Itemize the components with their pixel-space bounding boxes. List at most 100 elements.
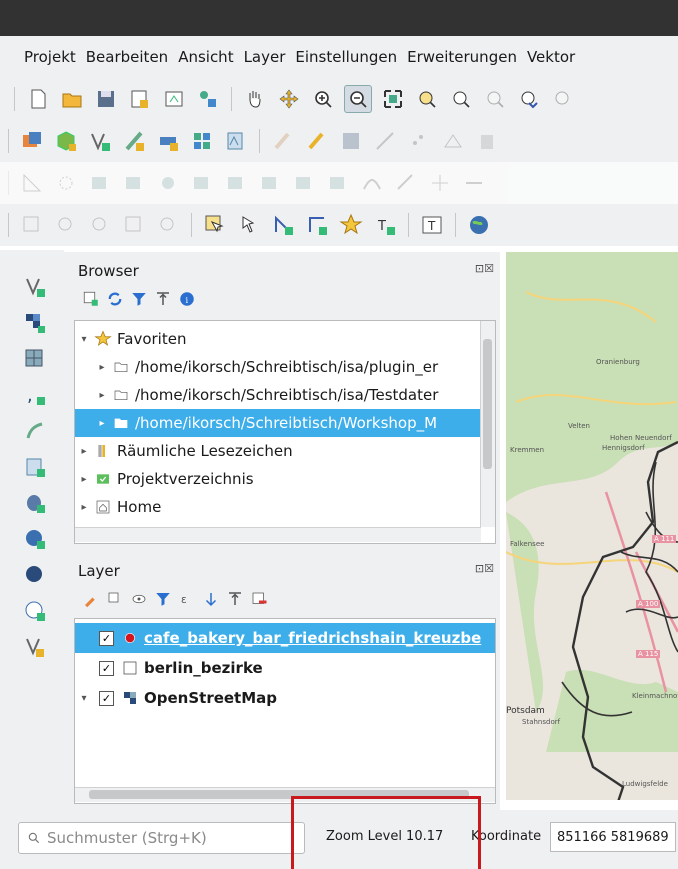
style-manager-icon[interactable] xyxy=(195,86,221,112)
expand-arrow[interactable]: ▸ xyxy=(75,474,93,485)
layer-item-berlin-bezirke[interactable]: ✓ berlin_bezirke xyxy=(75,653,495,683)
browser-item-home[interactable]: ▸ Home xyxy=(75,493,495,521)
label-tool-2-icon[interactable] xyxy=(53,212,79,238)
collapse-all-icon[interactable] xyxy=(154,290,172,308)
layers-panel-controls[interactable]: ⊡☒ xyxy=(475,562,494,575)
add-star-icon[interactable] xyxy=(338,212,364,238)
add-postgis-icon[interactable] xyxy=(22,490,48,516)
offset-curve-icon[interactable] xyxy=(393,170,419,196)
add-mesh-layer-icon[interactable] xyxy=(22,346,48,372)
fill-ring-icon[interactable] xyxy=(291,170,317,196)
label-tool-4-icon[interactable] xyxy=(121,212,147,238)
add-part-icon[interactable] xyxy=(257,170,283,196)
scroll-thumb[interactable] xyxy=(483,339,492,469)
globe-plugin-icon[interactable] xyxy=(466,212,492,238)
text-box-icon[interactable]: T xyxy=(419,212,445,238)
save-as-icon[interactable] xyxy=(127,86,153,112)
refresh-icon[interactable] xyxy=(106,290,124,308)
add-wcs-icon[interactable] xyxy=(22,598,48,624)
delete-selected-icon[interactable] xyxy=(474,128,500,154)
add-virtual-layer-icon[interactable] xyxy=(22,454,48,480)
browser-horizontal-scrollbar[interactable] xyxy=(75,527,481,542)
menu-ansicht[interactable]: Ansicht xyxy=(173,48,238,66)
reshape-icon[interactable] xyxy=(359,170,385,196)
add-wfs-icon[interactable] xyxy=(22,562,48,588)
expand-arrow[interactable]: ▾ xyxy=(75,334,93,345)
select-features-icon[interactable] xyxy=(202,212,228,238)
advanced-digitize-icon[interactable] xyxy=(19,170,45,196)
label-tool-1-icon[interactable] xyxy=(19,212,45,238)
zoom-in-icon[interactable] xyxy=(310,86,336,112)
merge-features-icon[interactable] xyxy=(121,170,147,196)
new-vector-layer-icon[interactable] xyxy=(87,128,113,154)
menu-vektor[interactable]: Vektor xyxy=(522,48,580,66)
visibility-eye-icon[interactable] xyxy=(130,590,148,608)
style-brush-icon[interactable] xyxy=(82,590,100,608)
print-layout-icon[interactable] xyxy=(161,86,187,112)
label-tool-5-icon[interactable] xyxy=(155,212,181,238)
add-raster-layer-icon[interactable] xyxy=(22,310,48,336)
layer-item-cafe-bakery[interactable]: ✓ cafe_bakery_bar_friedrichshain_kreuzbe xyxy=(75,623,495,653)
add-group-icon[interactable] xyxy=(106,590,124,608)
browser-item-testdaten-folder[interactable]: ▸ /home/ikorsch/Schreibtisch/isa/Testdat… xyxy=(75,381,495,409)
browser-item-workshop-folder[interactable]: ▸ /home/ikorsch/Schreibtisch/Workshop_M xyxy=(75,409,495,437)
zoom-to-selection-icon[interactable] xyxy=(414,86,440,112)
vertex-tool-icon[interactable] xyxy=(440,128,466,154)
scroll-thumb[interactable] xyxy=(89,790,469,799)
expand-arrow[interactable]: ▸ xyxy=(93,390,111,401)
add-spatialite-icon[interactable] xyxy=(22,418,48,444)
new-geopackage-icon[interactable] xyxy=(53,128,79,154)
expand-all-icon[interactable] xyxy=(202,590,220,608)
expand-arrow[interactable]: ▾ xyxy=(75,693,93,704)
expand-arrow[interactable]: ▸ xyxy=(75,446,93,457)
browser-item-plugin-folder[interactable]: ▸ /home/ikorsch/Schreibtisch/isa/plugin_… xyxy=(75,353,495,381)
menu-bearbeiten[interactable]: Bearbeiten xyxy=(81,48,173,66)
filter-icon[interactable] xyxy=(130,290,148,308)
save-project-icon[interactable] xyxy=(93,86,119,112)
layer-visibility-checkbox[interactable]: ✓ xyxy=(99,630,114,646)
add-layer-icon[interactable] xyxy=(82,290,100,308)
add-wms-icon[interactable] xyxy=(22,526,48,552)
pan-to-selection-icon[interactable] xyxy=(276,86,302,112)
map-canvas[interactable]: Oranienburg Velten Hohen Neuendorf Henni… xyxy=(506,252,678,800)
zoom-full-icon[interactable] xyxy=(380,86,406,112)
new-virtual-layer-icon[interactable] xyxy=(189,128,215,154)
layer-visibility-checkbox[interactable]: ✓ xyxy=(99,690,114,706)
properties-info-icon[interactable]: i xyxy=(178,290,196,308)
split-features-icon[interactable] xyxy=(87,170,113,196)
new-temp-scratch-icon[interactable] xyxy=(223,128,249,154)
new-project-icon[interactable] xyxy=(25,86,51,112)
deselect-features-icon[interactable] xyxy=(236,212,262,238)
data-source-manager-icon[interactable] xyxy=(19,128,45,154)
new-memory-layer-icon[interactable] xyxy=(155,128,181,154)
layer-visibility-checkbox[interactable]: ✓ xyxy=(99,660,114,676)
remove-layer-icon[interactable] xyxy=(250,590,268,608)
add-layer-dropdown-icon[interactable] xyxy=(22,634,48,660)
zoom-native-icon[interactable] xyxy=(482,86,508,112)
locator-search-input[interactable]: Suchmuster (Strg+K) xyxy=(18,822,305,854)
layers-horizontal-scrollbar[interactable] xyxy=(75,787,495,802)
menu-erweiterungen[interactable]: Erweiterungen xyxy=(402,48,522,66)
zoom-next-icon[interactable] xyxy=(550,86,576,112)
new-shapefile-icon[interactable] xyxy=(121,128,147,154)
layer-item-openstreetmap[interactable]: ▾ ✓ OpenStreetMap xyxy=(75,683,495,713)
browser-item-project-home[interactable]: ▸ Projektverzeichnis xyxy=(75,465,495,493)
add-delimited-text-icon[interactable]: , xyxy=(22,382,48,408)
text-annotation-icon[interactable]: T xyxy=(372,212,398,238)
add-point-icon[interactable] xyxy=(406,128,432,154)
split-parts-icon[interactable] xyxy=(427,170,453,196)
reverse-line-icon[interactable] xyxy=(461,170,487,196)
simplify-icon[interactable] xyxy=(189,170,215,196)
open-project-icon[interactable] xyxy=(59,86,85,112)
zoom-to-layer-icon[interactable] xyxy=(448,86,474,112)
add-line-icon[interactable] xyxy=(372,128,398,154)
add-vector-layer-icon[interactable] xyxy=(22,274,48,300)
label-tool-3-icon[interactable] xyxy=(87,212,113,238)
browser-panel-controls[interactable]: ⊡☒ xyxy=(475,262,494,275)
collapse-all-layers-icon[interactable] xyxy=(226,590,244,608)
menu-einstellungen[interactable]: Einstellungen xyxy=(290,48,402,66)
coordinate-field[interactable]: 851166 5819689 xyxy=(550,822,676,852)
menu-projekt[interactable]: Projekt xyxy=(0,48,81,66)
digitize-pencil-icon[interactable] xyxy=(270,128,296,154)
menu-layer[interactable]: Layer xyxy=(239,48,291,66)
